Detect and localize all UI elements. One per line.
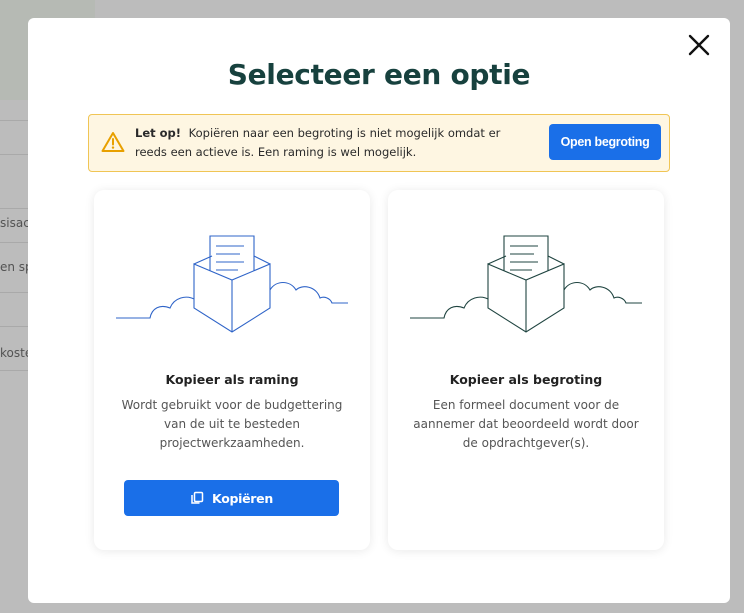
alert-emphasis: Let op!	[135, 126, 182, 140]
kopieren-label: Kopiëren	[212, 490, 273, 506]
select-option-modal: Selecteer een optie Let op! Kopiëren naa…	[28, 18, 730, 603]
copy-icon	[190, 491, 204, 505]
raming-illustration	[94, 220, 370, 350]
modal-title: Selecteer een optie	[227, 58, 531, 91]
begroting-illustration	[388, 220, 664, 350]
warning-alert: Let op! Kopiëren naar een begroting is n…	[88, 114, 670, 172]
warning-icon	[101, 131, 125, 153]
option-card-raming[interactable]: Kopieer als raming Wordt gebruikt voor d…	[94, 190, 370, 550]
alert-text: Kopiëren naar een begroting is niet moge…	[135, 126, 501, 159]
raming-title: Kopieer als raming	[165, 372, 299, 387]
close-icon[interactable]	[686, 32, 712, 58]
raming-description: Wordt gebruikt voor de budgettering van …	[121, 398, 343, 450]
open-begroting-button[interactable]: Open begroting	[549, 124, 661, 160]
begroting-title: Kopieer als begroting	[449, 372, 603, 387]
kopieren-button[interactable]: Kopiëren	[124, 480, 339, 516]
option-card-begroting[interactable]: Kopieer als begroting Een formeel docume…	[388, 190, 664, 550]
alert-message: Let op! Kopiëren naar een begroting is n…	[135, 124, 515, 162]
begroting-description: Een formeel document voor de aannemer da…	[413, 398, 639, 450]
